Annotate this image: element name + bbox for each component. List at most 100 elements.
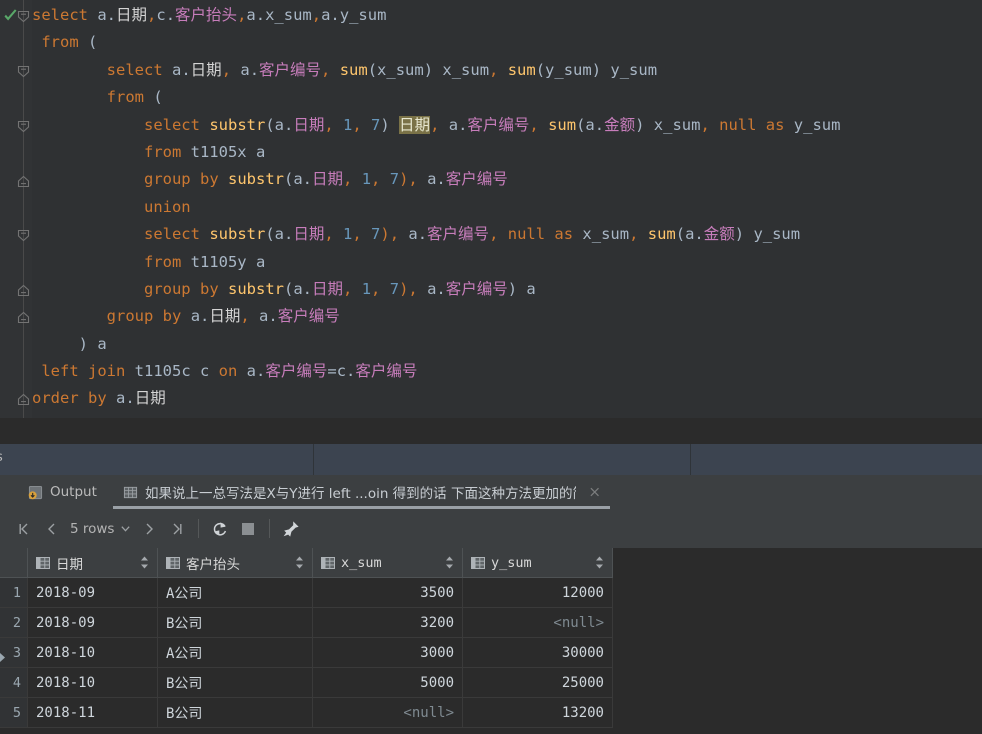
code-token: , <box>352 115 372 134</box>
code-token: order <box>32 389 79 408</box>
table-cell[interactable]: 2018-09 <box>28 608 158 637</box>
fold-expand-icon[interactable] <box>17 311 30 324</box>
code-token: 客户编号 <box>265 362 328 381</box>
code-token: 日期 <box>312 170 344 189</box>
editor-gutter[interactable] <box>0 0 32 418</box>
table-cell[interactable]: 5000 <box>313 668 463 697</box>
table-cell[interactable]: 2018-10 <box>28 668 158 697</box>
grid-column-header[interactable]: x_sum <box>313 548 463 577</box>
table-row[interactable]: 5 2018-11 B公司 <null> 13200 <box>0 698 613 728</box>
table-cell[interactable]: A公司 <box>158 578 313 607</box>
sql-editor[interactable]: select a.日期,c.客户抬头,a.x_sum,a.y_sum from … <box>0 0 982 418</box>
previous-page-button[interactable] <box>38 515 66 543</box>
fold-expand-icon[interactable] <box>17 284 30 297</box>
table-row[interactable]: 1 2018-09 A公司 3500 12000 <box>0 578 613 608</box>
code-token: 日期 <box>116 6 148 24</box>
grid-column-header[interactable]: y_sum <box>463 548 613 577</box>
tab-query-result[interactable]: 如果说上一总写法是X与Y进行 left ...oin 得到的话 下面这种方法更加… <box>113 475 610 509</box>
code-token: , <box>321 60 340 79</box>
fold-collapse-icon[interactable] <box>17 10 30 23</box>
code-token: 客户编号 <box>277 307 340 326</box>
code-token: ), <box>380 225 409 244</box>
refresh-icon <box>214 521 227 536</box>
sort-arrows-icon[interactable] <box>295 556 304 569</box>
table-cell[interactable]: <null> <box>313 698 463 727</box>
code-token: on <box>218 362 238 381</box>
fold-collapse-icon[interactable] <box>17 229 30 242</box>
stop-button[interactable] <box>234 515 262 543</box>
code-token: , <box>371 170 390 189</box>
code-token: sum <box>647 225 676 244</box>
code-token: sum <box>339 60 368 79</box>
code-token: null <box>507 225 546 244</box>
code-token: by <box>162 307 182 326</box>
row-count-selector[interactable]: 5 rows <box>66 521 135 537</box>
table-cell[interactable]: 30000 <box>463 638 613 667</box>
table-cell[interactable]: 2018-09 <box>28 578 158 607</box>
table-cell[interactable]: B公司 <box>158 608 313 637</box>
pin-tab-button[interactable] <box>277 515 305 543</box>
table-cell[interactable]: A公司 <box>158 638 313 667</box>
code-token: sum <box>507 60 536 79</box>
close-icon[interactable] <box>589 486 600 498</box>
code-token: c. <box>156 6 176 24</box>
fold-collapse-icon[interactable] <box>17 120 30 133</box>
last-page-button[interactable] <box>163 515 191 543</box>
code-token: (a. <box>265 115 294 134</box>
table-row[interactable]: 3 2018-10 A公司 3000 30000 <box>0 638 613 668</box>
code-token: y_sum <box>784 115 841 134</box>
code-token: 日期 <box>399 115 431 134</box>
fold-collapse-icon[interactable] <box>17 65 30 78</box>
code-token: 1 <box>343 115 353 134</box>
grid-column-header[interactable]: 日期 <box>28 548 158 577</box>
grid-column-header[interactable]: 客户抬头 <box>158 548 313 577</box>
table-cell[interactable]: 3500 <box>313 578 463 607</box>
sql-code-text[interactable]: select a.日期,c.客户抬头,a.x_sum,a.y_sum from … <box>32 0 982 418</box>
table-cell[interactable]: 3000 <box>313 638 463 667</box>
table-cell[interactable]: <null> <box>463 608 613 637</box>
grid-column-label: x_sum <box>341 554 382 571</box>
code-token: by <box>200 279 219 298</box>
reload-button[interactable] <box>206 515 234 543</box>
code-token: (a. <box>576 115 605 134</box>
table-cell[interactable]: 2018-10 <box>28 638 158 667</box>
code-token: 客户编号 <box>445 170 508 189</box>
code-token: , <box>629 225 648 244</box>
table-cell[interactable]: 3200 <box>313 608 463 637</box>
table-cell[interactable]: B公司 <box>158 698 313 727</box>
current-row-marker-icon <box>0 653 5 662</box>
table-cell[interactable]: 12000 <box>463 578 613 607</box>
table-cell[interactable]: 2018-11 <box>28 698 158 727</box>
code-token: , <box>221 60 241 79</box>
column-icon <box>36 556 50 569</box>
tab-output[interactable]: Output <box>18 475 106 509</box>
table-cell[interactable]: 13200 <box>463 698 613 727</box>
fold-expand-icon[interactable] <box>17 175 30 188</box>
code-token: 7 <box>371 225 381 244</box>
code-token: a. <box>427 170 446 189</box>
result-grid[interactable]: 日期 客户抬头 x_sum y_sum 1 2018-09 A公司 3500 12000 2 20… <box>0 548 982 734</box>
table-cell[interactable]: B公司 <box>158 668 313 697</box>
sort-arrows-icon[interactable] <box>595 556 604 569</box>
first-page-button[interactable] <box>10 515 38 543</box>
code-token: 日期 <box>312 279 344 298</box>
code-line: union <box>32 194 982 221</box>
next-page-button[interactable] <box>135 515 163 543</box>
table-row[interactable]: 2 2018-09 B公司 3200 <null> <box>0 608 613 638</box>
grid-header-row[interactable]: 日期 客户抬头 x_sum y_sum <box>0 548 613 578</box>
fold-expand-icon[interactable] <box>17 393 30 406</box>
code-token: 7 <box>389 170 400 189</box>
code-token: (a. <box>284 279 313 298</box>
table-row[interactable]: 4 2018-10 B公司 5000 25000 <box>0 668 613 698</box>
code-token: a. <box>190 307 210 326</box>
table-cell[interactable]: 25000 <box>463 668 613 697</box>
code-token: ) a <box>78 334 107 353</box>
sort-arrows-icon[interactable] <box>445 556 454 569</box>
sort-arrows-icon[interactable] <box>140 556 149 569</box>
